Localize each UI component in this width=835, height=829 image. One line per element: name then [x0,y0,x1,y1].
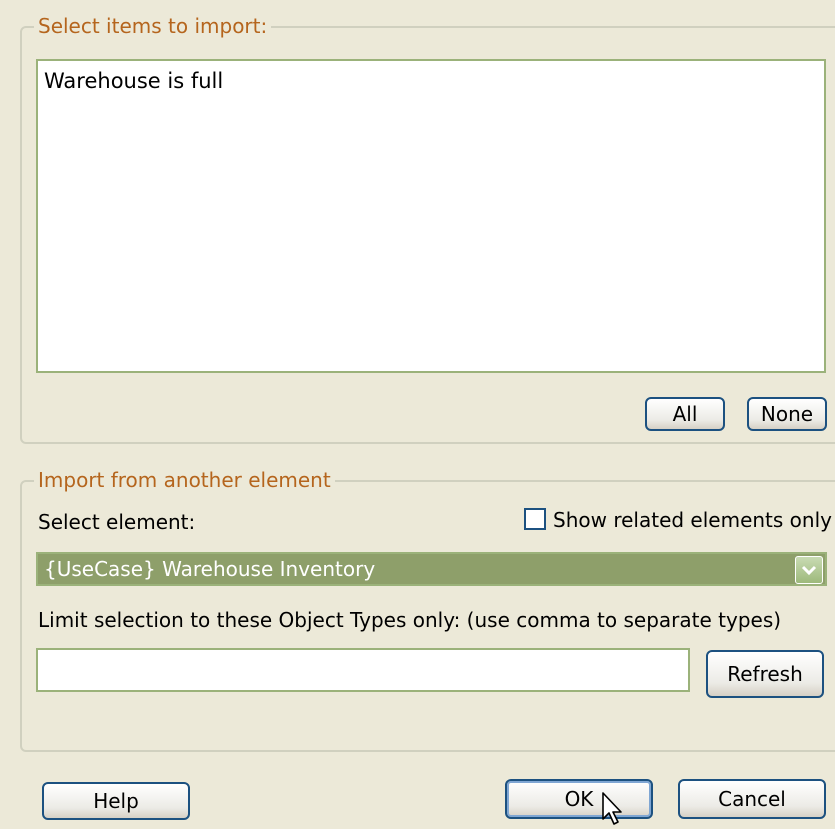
dropdown-arrow-button[interactable] [795,556,823,584]
object-types-input[interactable] [36,648,690,692]
import-items-listbox[interactable]: Warehouse is full [36,59,826,373]
show-related-label[interactable]: Show related elements only [553,508,832,532]
list-item[interactable]: Warehouse is full [44,67,818,95]
cancel-button[interactable]: Cancel [678,779,826,819]
select-element-label: Select element: [38,510,196,534]
select-element-dropdown[interactable]: {UseCase} Warehouse Inventory [36,552,827,586]
mouse-pointer-icon [602,792,622,825]
show-related-checkbox[interactable] [524,508,546,530]
select-all-button[interactable]: All [645,397,725,431]
help-button[interactable]: Help [42,782,190,820]
limit-types-label: Limit selection to these Object Types on… [38,608,782,632]
ok-button[interactable]: OK [505,779,653,819]
import-element-legend: Import from another element [34,468,335,492]
chevron-down-icon [801,565,817,576]
select-none-button[interactable]: None [747,397,827,431]
select-items-legend: Select items to import: [34,14,272,38]
selected-element-value: {UseCase} Warehouse Inventory [44,557,376,581]
refresh-button[interactable]: Refresh [706,650,824,698]
